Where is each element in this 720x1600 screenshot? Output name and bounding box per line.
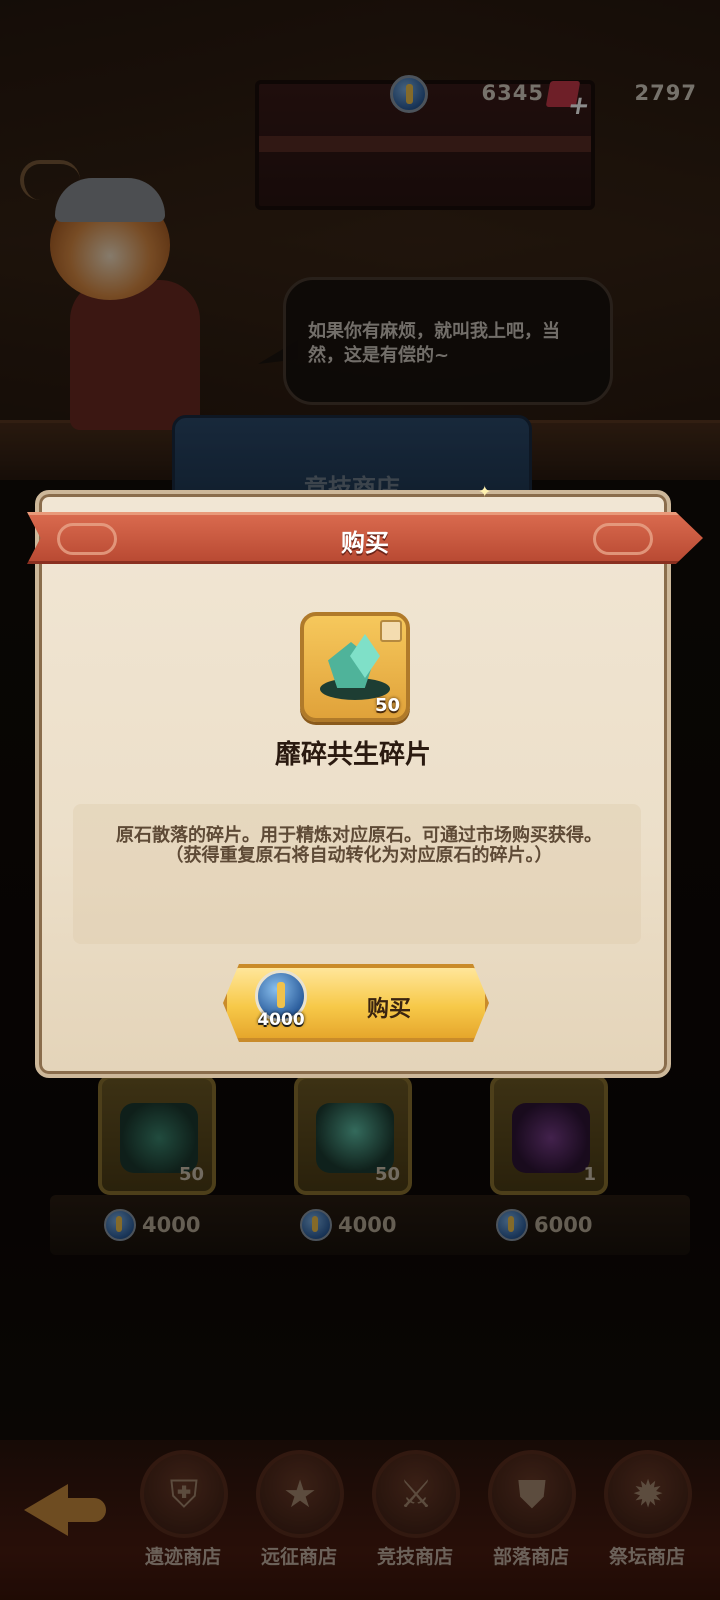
item-quantity: 50 xyxy=(374,695,400,716)
buy-button-label[interactable]: 购买 xyxy=(329,991,449,1023)
item-description: 原石散落的碎片。用于精炼对应原石。可通过市场购买获得。（获得重复原石将自动转化为… xyxy=(116,825,602,866)
item-icon-frame: 50 xyxy=(300,612,410,722)
sparkle-icon: ✦ xyxy=(478,482,492,501)
dialog-title: 购买 xyxy=(341,529,389,557)
buy-price: 4000 xyxy=(257,1010,305,1030)
purchase-dialog: 购买 50 靡碎共生碎片 原石散落的碎片。用于精炼对应原石。可通过市场购买获得。… xyxy=(27,490,703,1078)
item-name: 靡碎共生碎片 xyxy=(274,740,431,770)
puzzle-piece-icon xyxy=(380,620,402,642)
dialog-header-ribbon: 购买 xyxy=(27,512,703,564)
